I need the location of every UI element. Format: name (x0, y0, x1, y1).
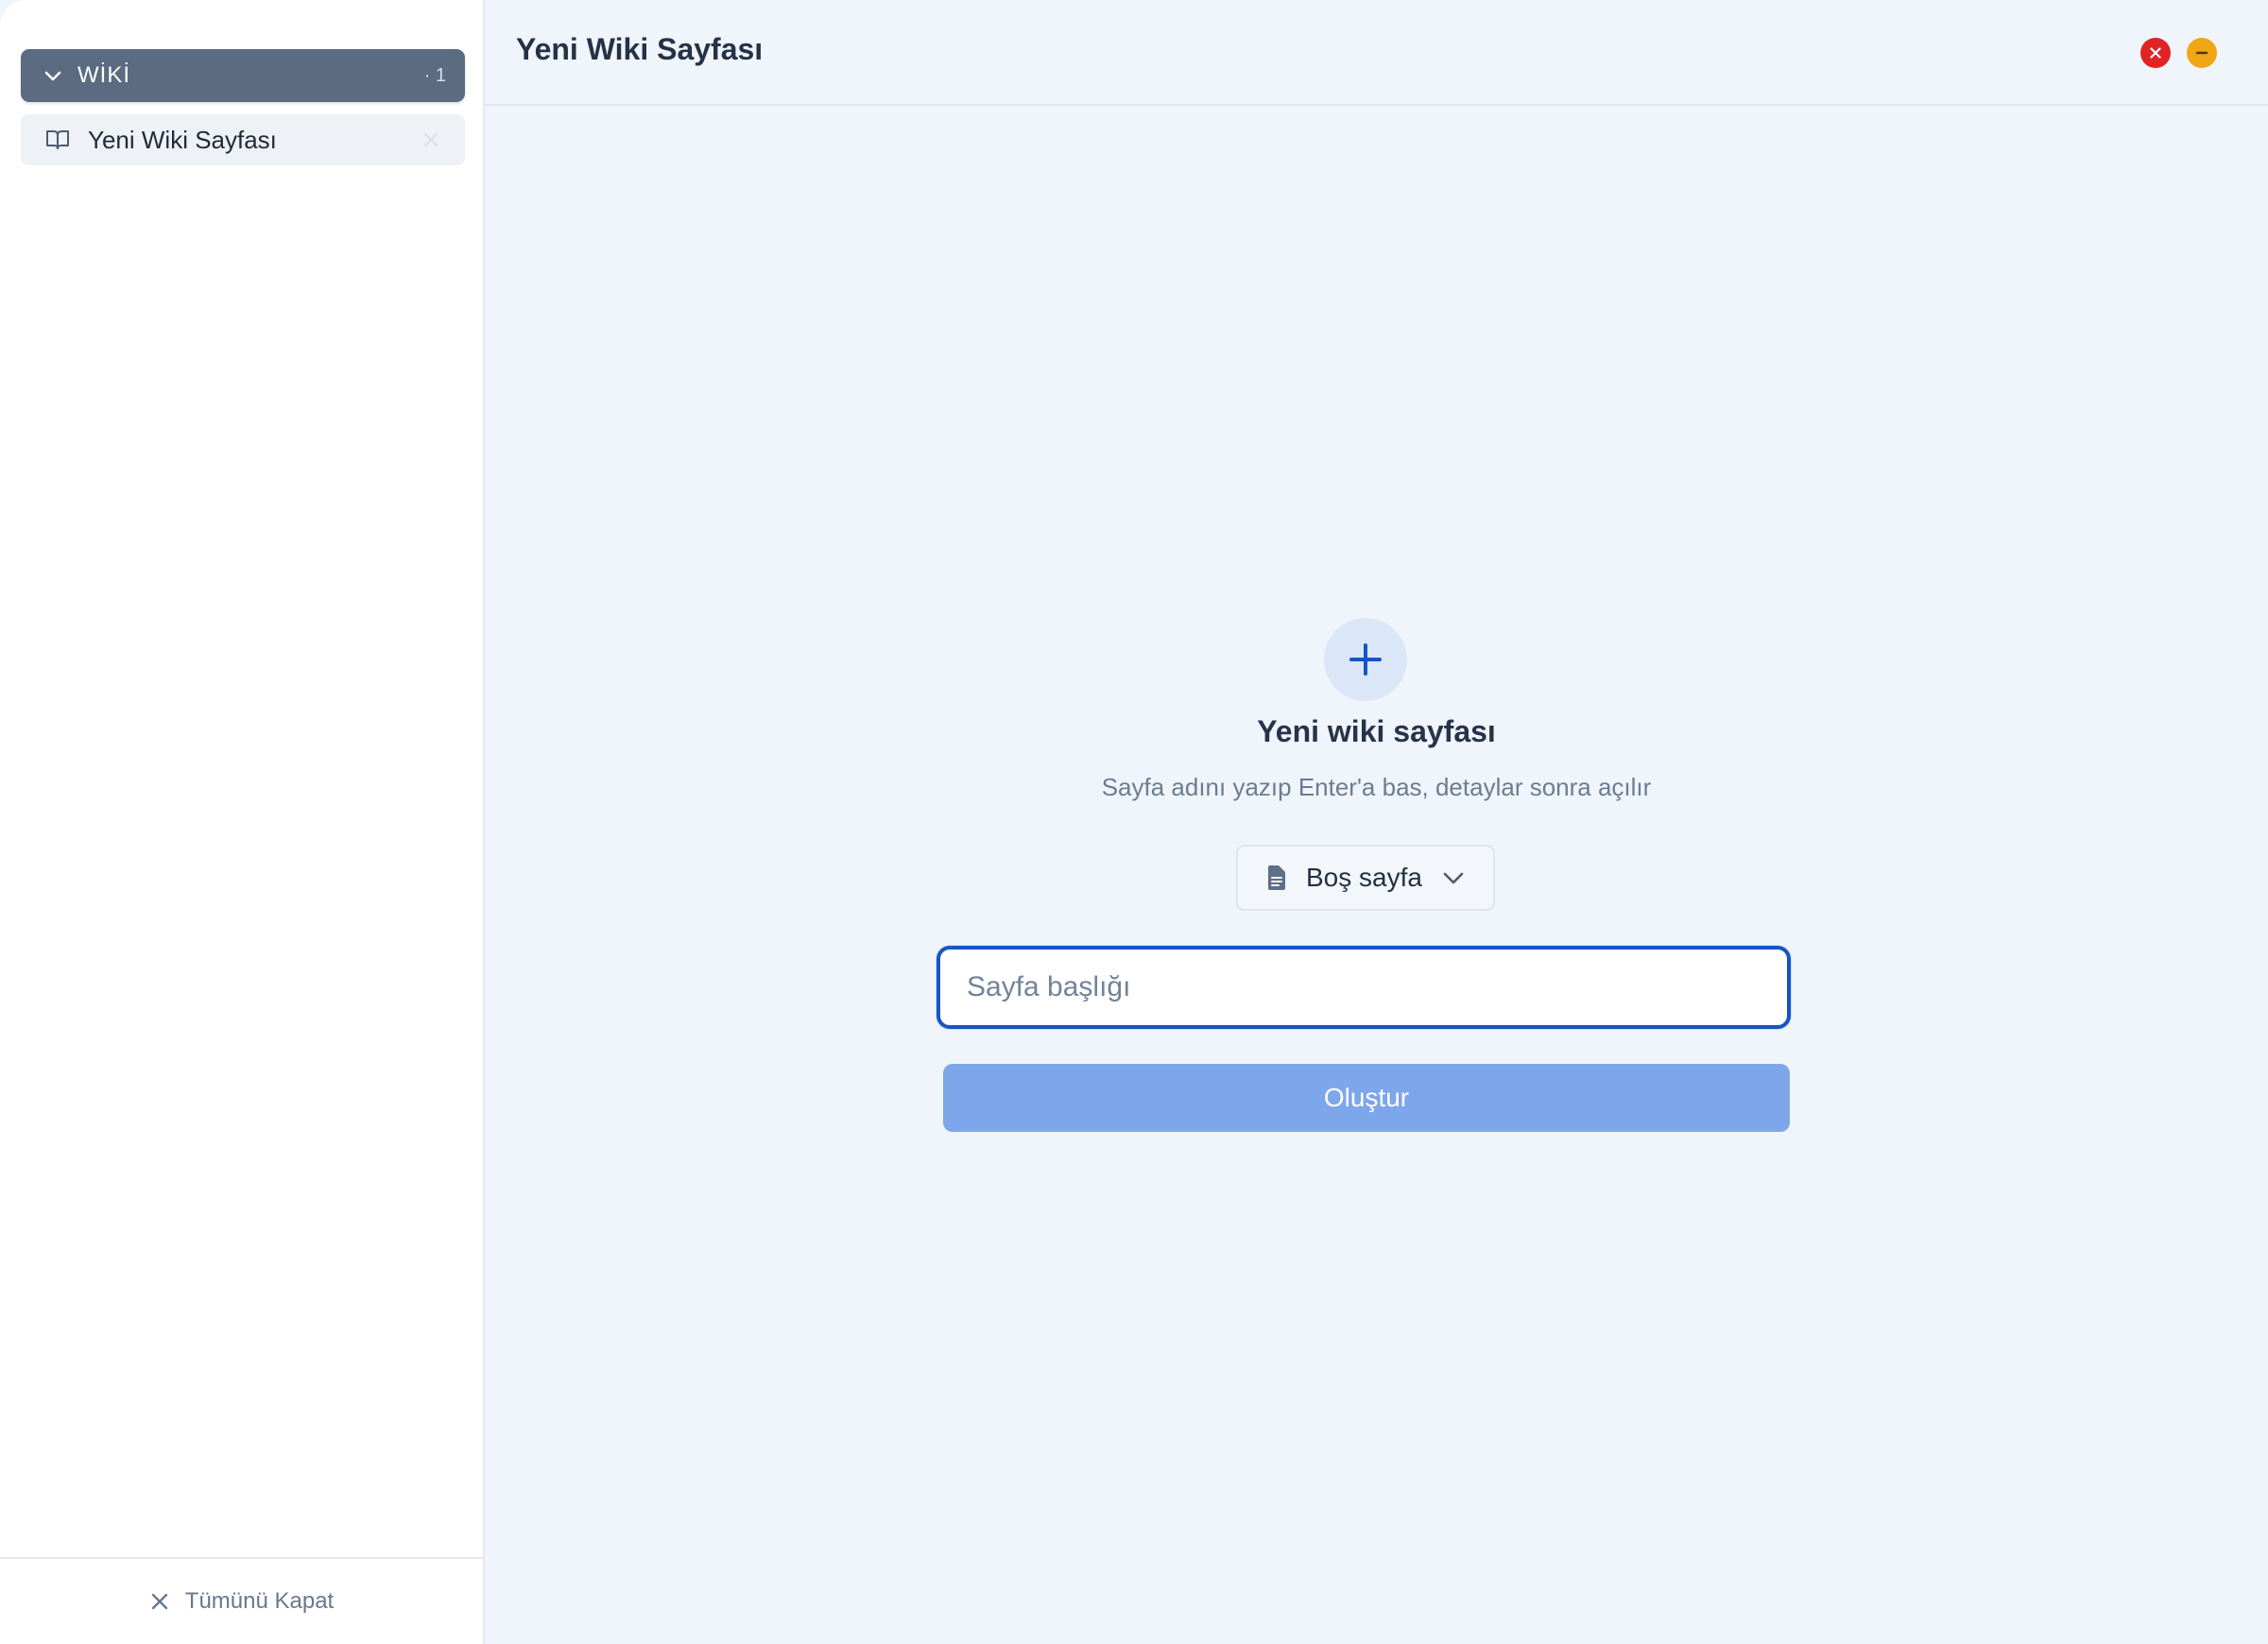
close-tab-icon[interactable] (421, 130, 440, 149)
close-icon (149, 1591, 170, 1612)
main-panel: Yeni Wiki Sayfası Yeni wiki sayfası Sayf… (485, 0, 2268, 1644)
sidebar-footer: Tümünü Kapat (0, 1557, 483, 1644)
sidebar-item-yeni-wiki-sayfasi[interactable]: Yeni Wiki Sayfası (21, 114, 465, 165)
top-bar: Yeni Wiki Sayfası (485, 0, 2268, 106)
close-all-button[interactable]: Tümünü Kapat (149, 1588, 334, 1615)
window-close-button[interactable] (2140, 38, 2171, 68)
sidebar: WİKİ · 1 Yeni Wiki Sayfası Tümünü Kapat (0, 0, 485, 1644)
template-select[interactable]: Boş sayfa (1236, 845, 1495, 911)
empty-state-heading: Yeni wiki sayfası (1257, 714, 1496, 748)
app-window: WİKİ · 1 Yeni Wiki Sayfası Tümünü Kapat … (0, 0, 2268, 1644)
template-select-value: Boş sayfa (1306, 863, 1422, 892)
sidebar-item-label: Yeni Wiki Sayfası (88, 125, 277, 154)
create-button[interactable]: Oluştur (943, 1064, 1790, 1132)
close-all-label: Tümünü Kapat (184, 1588, 335, 1614)
book-open-icon (44, 127, 71, 153)
document-icon (1264, 864, 1289, 892)
sidebar-group-wiki[interactable]: WİKİ · 1 (21, 49, 465, 102)
page-title-input[interactable] (936, 946, 1791, 1029)
chevron-down-icon (1441, 865, 1466, 890)
page-title: Yeni Wiki Sayfası (516, 32, 764, 66)
sidebar-group-label: WİKİ (77, 62, 130, 88)
empty-state-subheading: Sayfa adını yazıp Enter'a bas, detaylar … (1101, 773, 1652, 801)
window-minimize-button[interactable] (2187, 38, 2217, 68)
sidebar-group-count: · 1 (423, 64, 446, 86)
chevron-down-icon (42, 64, 64, 87)
plus-icon (1324, 618, 1407, 701)
